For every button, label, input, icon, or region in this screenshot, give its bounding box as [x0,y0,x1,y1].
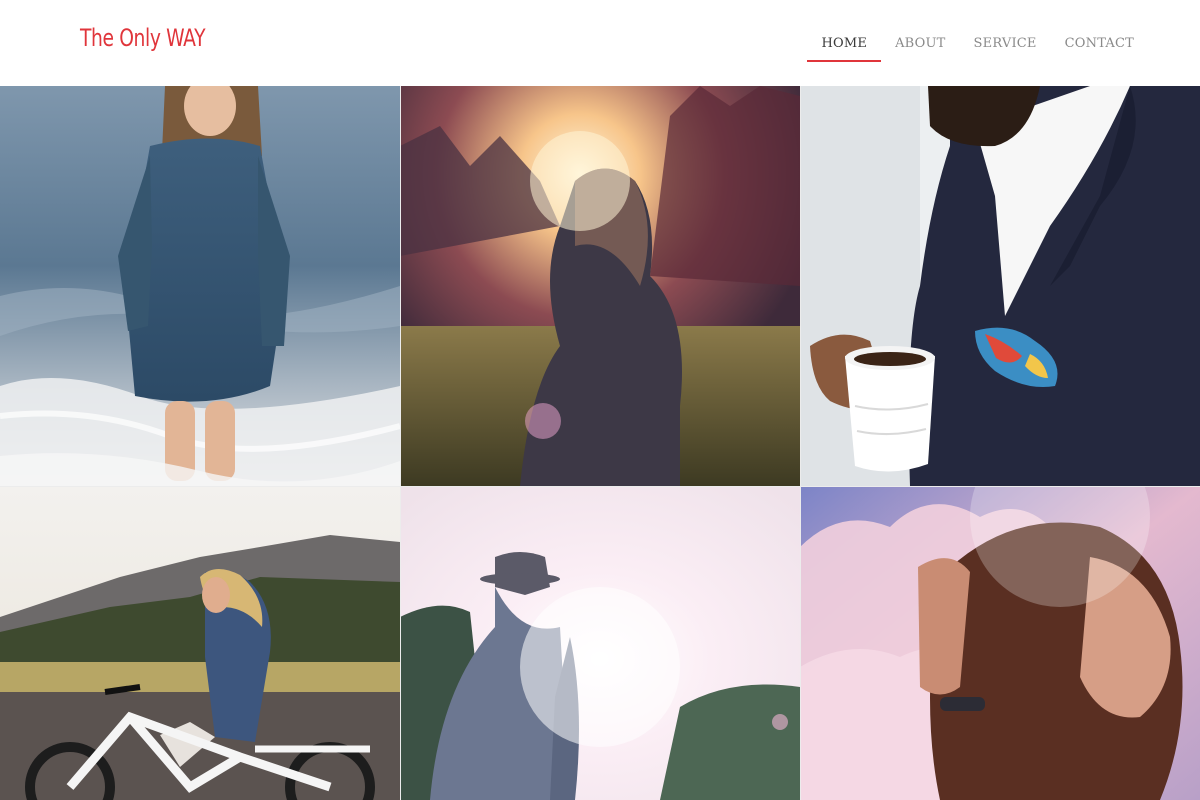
gallery-tile-3[interactable] [800,86,1200,486]
nav-item-about[interactable]: ABOUT [895,36,945,51]
nav-item-home[interactable]: HOME [807,35,882,62]
nav-item-label: ABOUT [895,35,946,51]
nav-item-label: CONTACT [1064,35,1134,51]
gallery-divider [0,486,1200,487]
woman-riding-bicycle-photo [0,487,400,800]
woman-against-pink-sky-photo [800,487,1200,800]
gallery-divider [800,86,801,800]
nav-item-label: HOME [821,35,868,51]
gallery-tile-2[interactable] [400,86,800,486]
man-in-hat-backlit-photo [400,487,800,800]
gallery-tile-6[interactable] [800,487,1200,800]
gallery-tile-1[interactable] [0,86,400,486]
woman-in-sweater-at-sea-photo [0,86,400,486]
photo-gallery [0,86,1200,800]
nav-item-label: SERVICE [973,35,1037,51]
site-logo[interactable]: The Only WAY [80,24,206,52]
nav-item-service[interactable]: SERVICE [974,36,1037,51]
main-nav: HOME ABOUT SERVICE CONTACT [807,0,1134,86]
gallery-divider [400,86,401,800]
nav-item-contact[interactable]: CONTACT [1065,36,1134,51]
woman-in-sunset-field-photo [400,86,800,486]
gallery-tile-4[interactable] [0,487,400,800]
gallery-tile-5[interactable] [400,487,800,800]
man-with-coffee-cup-photo [800,86,1200,486]
site-header: The Only WAY HOME ABOUT SERVICE CONTACT [0,0,1200,86]
active-nav-indicator [807,59,882,62]
page: The Only WAY HOME ABOUT SERVICE CONTACT [0,0,1200,800]
